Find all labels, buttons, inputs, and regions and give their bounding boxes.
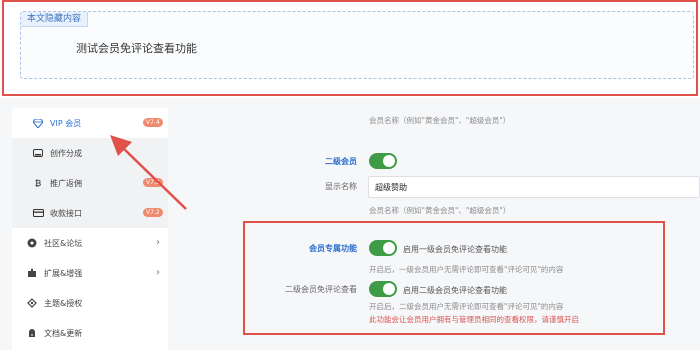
member-name-hint: 会员名称（例如"黄金会员"、"超级会员"）	[369, 206, 511, 215]
sidebar-item-payment[interactable]: 收款接口 V7.2	[12, 198, 168, 228]
sidebar-item-extensions[interactable]: 扩展&增强 ›	[12, 258, 168, 288]
hidden-content-tag: 本文隐藏内容	[21, 12, 89, 27]
bitcoin-icon: ₿	[34, 178, 42, 188]
sidebar-item-creator-share[interactable]: 创作分成	[12, 138, 168, 168]
sidebar-item-referral[interactable]: ₿ 推广返佣 V7.2	[12, 168, 168, 198]
level2-free-view-label: 二级会员免评论查看	[285, 285, 357, 294]
puzzle-icon	[26, 267, 38, 279]
sidebar-item-label: 创作分成	[50, 148, 82, 158]
wallet-icon	[32, 147, 44, 159]
card-icon	[32, 207, 44, 219]
display-name-input[interactable]	[368, 176, 700, 198]
version-badge: V7.2	[143, 208, 163, 217]
sidebar-item-label: 文档&更新	[44, 328, 83, 338]
level1-free-view-desc: 开启后，一级会员用户无需评论即可查看"评论可见"的内容	[369, 265, 564, 274]
level2-free-view-toggle-label: 启用二级会员免评论查看功能	[403, 286, 507, 295]
level1-free-view-label: 启用一级会员免评论查看功能	[403, 245, 507, 254]
exclusive-features-label: 会员专属功能	[309, 244, 357, 253]
sidebar-item-label: 社区&论坛	[44, 238, 83, 248]
settings-form: 会员名称（例如"黄金会员"、"超级会员"） 二级会员 显示名称 会员名称（例如"…	[172, 98, 700, 350]
version-badge: V7.4	[143, 118, 163, 127]
level1-free-view-toggle[interactable]	[369, 240, 397, 256]
warning-text: 此功能会让会员用户拥有与管理员相同的查看权限，请谨慎开启	[369, 315, 579, 324]
hidden-content-text: 测试会员免评论查看功能	[76, 42, 197, 55]
sidebar-item-label: 主题&授权	[44, 298, 83, 308]
chevron-right-icon: ›	[156, 267, 160, 278]
sidebar: VIP 会员 V7.4 创作分成 ₿ 推广返佣 V7.2 收款接口 V7.2 社…	[12, 108, 168, 350]
sidebar-item-docs[interactable]: 文档&更新	[12, 318, 168, 348]
sidebar-item-label: 收款接口	[50, 208, 82, 218]
level2-free-view-toggle[interactable]	[369, 281, 397, 297]
sidebar-item-label: 推广返佣	[50, 178, 82, 188]
version-badge: V7.2	[143, 178, 163, 187]
display-name-label: 显示名称	[325, 182, 357, 191]
sidebar-item-vip[interactable]: VIP 会员 V7.4	[12, 108, 168, 138]
chevron-right-icon: ›	[156, 237, 160, 248]
member-name-hint: 会员名称（例如"黄金会员"、"超级会员"）	[369, 116, 511, 125]
settings-panel: VIP 会员 V7.4 创作分成 ₿ 推广返佣 V7.2 收款接口 V7.2 社…	[0, 98, 700, 350]
theme-icon	[26, 297, 38, 309]
level2-member-label: 二级会员	[325, 157, 357, 166]
level2-free-view-desc: 开启后，二级会员用户无需评论即可查看"评论可见"的内容	[369, 302, 564, 311]
sidebar-item-label: 扩展&增强	[44, 268, 83, 278]
sidebar-item-label: VIP 会员	[50, 118, 82, 128]
diamond-icon	[32, 117, 44, 129]
doc-icon	[26, 327, 38, 339]
level2-member-toggle[interactable]	[369, 153, 397, 169]
sidebar-item-theme[interactable]: 主题&授权	[12, 288, 168, 318]
sidebar-item-community[interactable]: 社区&论坛 ›	[12, 228, 168, 258]
community-icon	[26, 237, 38, 249]
hidden-content-demo-frame: 本文隐藏内容 测试会员免评论查看功能	[2, 0, 698, 96]
hidden-content-box: 本文隐藏内容 测试会员免评论查看功能	[20, 11, 694, 79]
